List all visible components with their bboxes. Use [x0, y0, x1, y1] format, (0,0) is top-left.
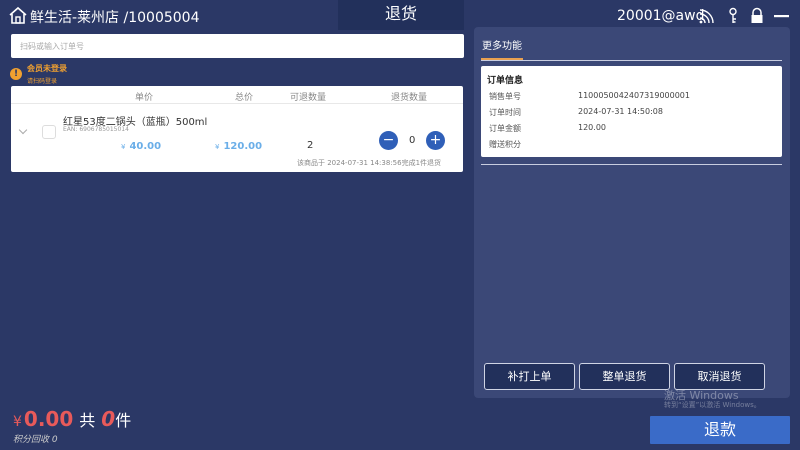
plus-icon[interactable]: +	[426, 131, 445, 150]
header-returnable: 可退数量	[290, 93, 327, 103]
member-status[interactable]: 会员未登录	[27, 63, 67, 74]
tab-more-functions[interactable]: 更多功能	[482, 37, 522, 52]
top-bar: 鲜生活-莱州店 /10005004 退货 20001@awd	[0, 0, 800, 30]
points-recovered: 积分回收 0	[13, 435, 58, 445]
header-unit-price: 单价	[135, 93, 154, 103]
more-functions-panel: 更多功能 订单信息 销售单号 1100050042407319000001 订单…	[474, 27, 790, 398]
refund-summary: ¥0.00 共 0件	[13, 407, 131, 431]
member-login-hint: 请扫码登录	[27, 78, 58, 85]
unit-price-value: 40.00	[129, 141, 162, 152]
total-label: 共	[79, 411, 96, 430]
refund-amount: 0.00	[23, 407, 74, 431]
order-info-title: 订单信息	[487, 76, 524, 86]
warning-icon: !	[10, 68, 22, 80]
item-count: 0	[101, 407, 116, 431]
return-qty-value[interactable]: 0	[409, 135, 415, 146]
field-value-sale-no: 1100050042407319000001	[578, 91, 690, 100]
field-label-points: 赠送积分	[489, 140, 521, 149]
header-total: 总价	[235, 93, 254, 103]
row-checkbox[interactable]	[42, 125, 56, 139]
currency-symbol: ¥	[121, 143, 126, 151]
field-label-order-time: 订单时间	[489, 108, 521, 117]
user-id: 20001@awd	[617, 8, 705, 24]
wifi-icon[interactable]	[698, 7, 716, 25]
total-price: ¥120.00	[215, 141, 262, 152]
order-search-input[interactable]	[11, 34, 464, 58]
divider	[481, 164, 782, 165]
store-name: 鲜生活-莱州店 /10005004	[30, 10, 200, 26]
chevron-down-icon[interactable]	[18, 125, 28, 135]
reprint-button[interactable]: 补打上单	[484, 363, 575, 390]
key-icon[interactable]	[724, 7, 742, 25]
currency-symbol: ¥	[215, 143, 220, 151]
return-note: 该商品于 2024-07-31 14:38:56完成1件退货	[297, 159, 442, 167]
order-info-card: 订单信息 销售单号 1100050042407319000001 订单时间 20…	[481, 66, 782, 157]
return-items-table: 单价 总价 可退数量 退货数量 红星53度二锅头（蓝瓶）500ml EAN: 6…	[11, 86, 463, 172]
unit-price: ¥40.00	[121, 141, 161, 152]
total-price-value: 120.00	[223, 141, 263, 152]
divider	[481, 60, 782, 61]
field-value-order-time: 2024-07-31 14:50:08	[578, 107, 663, 116]
returnable-qty: 2	[307, 140, 314, 151]
field-label-sale-no: 销售单号	[489, 92, 521, 101]
field-label-order-amount: 订单金额	[489, 124, 521, 133]
lock-icon[interactable]	[748, 7, 766, 25]
product-ean: EAN: 6906785015014	[63, 126, 129, 133]
item-unit: 件	[115, 411, 132, 430]
header-return-qty: 退货数量	[391, 93, 428, 103]
whole-return-button[interactable]: 整单退货	[579, 363, 670, 390]
home-icon[interactable]	[8, 6, 28, 24]
activation-watermark-text: 转到“设置”以激活 Windows。	[664, 401, 761, 409]
refund-button[interactable]: 退款	[650, 416, 790, 444]
field-value-order-amount: 120.00	[578, 123, 606, 132]
minus-icon[interactable]: −	[379, 131, 398, 150]
page-title: 退货	[338, 0, 464, 30]
minimize-icon[interactable]	[773, 7, 791, 25]
cancel-return-button[interactable]: 取消退货	[674, 363, 765, 390]
currency-symbol: ¥	[13, 414, 22, 430]
table-header: 单价 总价 可退数量 退货数量	[11, 86, 463, 104]
